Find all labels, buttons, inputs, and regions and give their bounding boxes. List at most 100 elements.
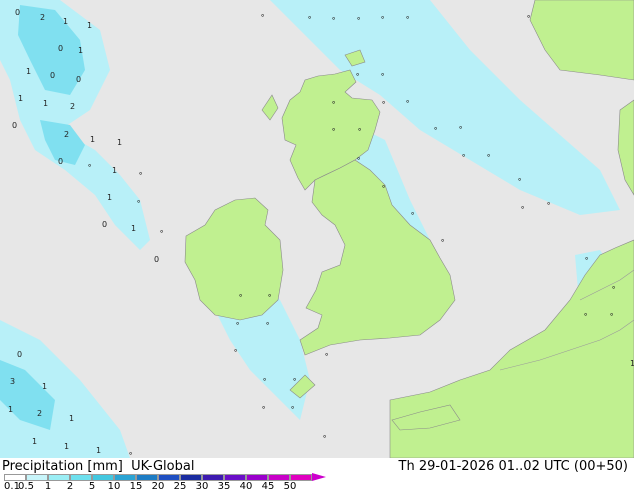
precip-value-label: 0	[58, 157, 64, 166]
precip-value-label: 1	[8, 405, 14, 414]
colorbar-tick-label: 50	[283, 481, 297, 492]
station-marker-icon: ∘	[458, 123, 464, 132]
precip-value-label: 0	[76, 75, 82, 84]
map-time: Th 29-01-2026 01..02 UTC (00+50)	[398, 459, 629, 474]
colorbar-segment	[70, 474, 92, 481]
precip-value-label: 1	[96, 446, 102, 455]
colorbar-tick-label: 0.5	[18, 481, 34, 492]
station-marker-icon: ∘	[405, 13, 411, 22]
precip-value-label: 1	[42, 382, 48, 391]
precip-value-label: 1	[32, 437, 38, 446]
precip-value-label: 3	[10, 377, 16, 386]
station-marker-icon: ∘	[357, 125, 363, 134]
station-marker-icon: ∘	[290, 403, 296, 412]
station-marker-icon: ∘	[355, 70, 361, 79]
station-marker-icon: ∘	[261, 403, 267, 412]
colorbar-arrow	[312, 473, 326, 481]
precip-value-label: 0	[102, 220, 108, 229]
station-marker-icon: ∘	[322, 432, 328, 441]
station-marker-icon: ∘	[159, 227, 165, 236]
precip-value-label: 2	[40, 13, 46, 22]
station-marker-icon: ∘	[584, 254, 590, 263]
station-marker-icon: ∘	[292, 375, 298, 384]
colorbar-segment	[48, 474, 70, 481]
precip-value-label: 1	[112, 166, 118, 175]
station-marker-icon: ∘	[433, 124, 439, 133]
colorbar-segment	[246, 474, 268, 481]
station-marker-icon: ∘	[520, 203, 526, 212]
precip-value-label: 0	[15, 8, 21, 17]
station-marker-icon: ∘	[235, 319, 241, 328]
precip-value-label: 2	[37, 409, 43, 418]
title-model: UK-Global	[131, 459, 195, 474]
station-marker-icon: ∘	[440, 236, 446, 245]
map-title: Precipitation [mm] UK-Global	[2, 459, 194, 474]
station-marker-icon: ∘	[262, 375, 268, 384]
colorbar-tick-label: 40	[239, 481, 253, 492]
colorbar-segment	[92, 474, 114, 481]
colorbar-segment	[114, 474, 136, 481]
station-marker-icon: ∘	[128, 449, 134, 458]
station-marker-icon: ∘	[307, 13, 313, 22]
colorbar-tick-label: 15	[129, 481, 143, 492]
colorbar-tick-label: 35	[217, 481, 231, 492]
station-marker-icon: ∘	[87, 161, 93, 170]
colorbar-tick-label: 2	[66, 481, 74, 492]
land-denmark	[617, 99, 634, 196]
precip-value-label: 2	[64, 130, 70, 139]
station-marker-icon: ∘	[267, 291, 273, 300]
colorbar-tick-label: 1	[44, 481, 52, 492]
station-marker-icon: ∘	[356, 154, 362, 163]
precip-value-label: 1	[26, 67, 32, 76]
station-marker-icon: ∘	[331, 98, 337, 107]
station-marker-icon: ∘	[233, 346, 239, 355]
station-marker-icon: ∘	[331, 14, 337, 23]
precipitation-map[interactable]: 0 2 1 1 0 1 1 0 0 1 1 2 0 2 1 1 0 1 1 0 1 0 3 1 1 2 1 1 1 1 0 1 ∘ ∘ ∘ ∘ ∘ ∘ ∘ ∘…	[0, 0, 634, 458]
colorbar-segment	[224, 474, 246, 481]
station-marker-icon: ∘	[265, 319, 271, 328]
colorbar	[4, 474, 312, 481]
station-marker-icon: ∘	[260, 11, 266, 20]
precip-value-label: 2	[70, 102, 76, 111]
station-marker-icon: ∘	[324, 350, 330, 359]
colorbar-tick-label: 20	[151, 481, 165, 492]
colorbar-segment	[26, 474, 48, 481]
map-svg	[0, 0, 634, 458]
station-marker-icon: ∘	[138, 169, 144, 178]
precip-value-label: 1	[87, 21, 93, 30]
station-marker-icon: ∘	[380, 13, 386, 22]
colorbar-segment	[202, 474, 224, 481]
precip-value-label: 1	[64, 442, 70, 451]
station-marker-icon: ∘	[356, 14, 362, 23]
colorbar-segment	[136, 474, 158, 481]
title-label: Precipitation [mm]	[2, 459, 123, 474]
colorbar-tick-label: 45	[261, 481, 275, 492]
station-marker-icon: ∘	[526, 12, 532, 21]
colorbar-tick-label: 25	[173, 481, 187, 492]
colorbar-segment	[158, 474, 180, 481]
station-marker-icon: ∘	[461, 151, 467, 160]
station-marker-icon: ∘	[609, 310, 615, 319]
precip-value-label: 1	[63, 17, 69, 26]
colorbar-segment	[4, 474, 26, 481]
station-marker-icon: ∘	[380, 70, 386, 79]
precip-value-label: 1	[107, 193, 113, 202]
colorbar-tick-label: 10	[107, 481, 121, 492]
station-marker-icon: ∘	[546, 199, 552, 208]
precip-value-label: 0	[50, 71, 56, 80]
precip-value-label: 1	[18, 94, 24, 103]
colorbar-tick-label: 5	[88, 481, 96, 492]
precip-value-label: 1	[43, 99, 49, 108]
station-marker-icon: ∘	[238, 291, 244, 300]
station-marker-icon: ∘	[136, 197, 142, 206]
station-marker-icon: ∘	[381, 98, 387, 107]
precip-value-label: 0	[12, 121, 18, 130]
station-marker-icon: ∘	[583, 310, 589, 319]
land-england-wales	[299, 159, 456, 356]
colorbar-segment	[180, 474, 202, 481]
precip-value-label: 1	[117, 138, 123, 147]
station-marker-icon: ∘	[331, 125, 337, 134]
land-norway	[529, 0, 634, 81]
land-hebrides	[261, 94, 279, 121]
colorbar-segment	[268, 474, 290, 481]
